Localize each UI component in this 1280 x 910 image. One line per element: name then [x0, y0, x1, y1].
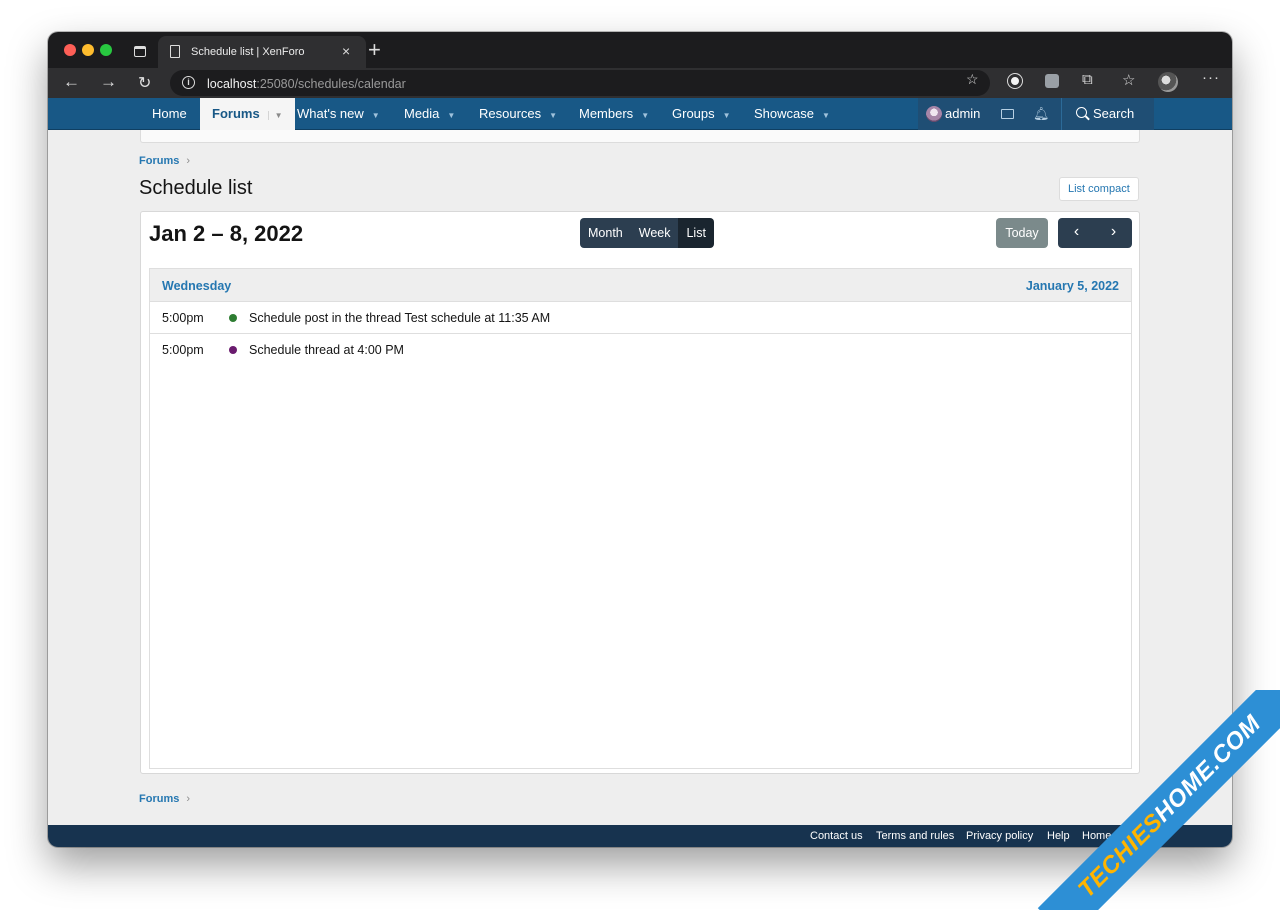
forward-arrow-icon[interactable]: →: [100, 72, 117, 92]
new-tab-button[interactable]: +: [368, 37, 381, 63]
chevron-down-icon[interactable]: ▼: [549, 111, 557, 120]
browser-tab[interactable]: Schedule list | XenForo ×: [158, 36, 366, 68]
watermark-part-2: HOME.COM: [1149, 710, 1267, 828]
day-date-link[interactable]: January 5, 2022: [1026, 279, 1119, 293]
page-title: Schedule list: [139, 177, 253, 199]
nav-resources-label: Resources: [479, 106, 542, 121]
calendar-pager: ‹ ›: [1058, 218, 1132, 248]
shield-extension-icon[interactable]: [1045, 74, 1059, 88]
chevron-down-icon[interactable]: ▼: [372, 111, 380, 120]
nav-showcase-label: Showcase: [754, 106, 814, 121]
account-link[interactable]: admin: [945, 98, 980, 130]
nav-home-label: Home: [152, 106, 187, 121]
maximize-window-button[interactable]: [100, 44, 112, 56]
search-label: Search: [1093, 106, 1135, 121]
footer-terms-link[interactable]: Terms and rules: [876, 830, 954, 842]
close-window-button[interactable]: [64, 44, 76, 56]
breadcrumb-forums-link[interactable]: Forums: [139, 155, 179, 167]
chevron-down-icon[interactable]: ▼: [641, 111, 649, 120]
nav-media[interactable]: Media ▼: [404, 98, 455, 130]
user-area: admin 🔔︎: [918, 98, 1061, 130]
month-view-button[interactable]: Month: [580, 218, 631, 248]
watermark-ribbon: TECHIESHOME.COM: [1030, 690, 1280, 910]
today-button[interactable]: Today: [996, 218, 1048, 248]
event-color-dot: [229, 346, 237, 354]
chevron-down-icon[interactable]: ▼: [822, 111, 830, 120]
day-name-link[interactable]: Wednesday: [162, 279, 231, 293]
nav-showcase[interactable]: Showcase ▼: [754, 98, 830, 130]
chevron-right-icon[interactable]: ›: [1095, 218, 1132, 248]
list-item[interactable]: 5:00pm Schedule thread at 4:00 PM: [150, 334, 1131, 366]
bell-icon[interactable]: 🔔︎: [1033, 106, 1050, 122]
view-switcher: Month Week List: [580, 218, 714, 248]
url-text: localhost:25080/schedules/calendar: [207, 77, 406, 91]
list-compact-button[interactable]: List compact: [1059, 177, 1139, 201]
search-button[interactable]: Search: [1061, 98, 1154, 130]
footer-privacy-link[interactable]: Privacy policy: [966, 830, 1033, 842]
nav-forums-label: Forums: [212, 106, 260, 121]
week-view-button[interactable]: Week: [630, 218, 679, 248]
event-title[interactable]: Schedule post in the thread Test schedul…: [249, 311, 550, 325]
tab-close-icon[interactable]: ×: [342, 43, 350, 59]
add-favorite-icon[interactable]: ☆: [966, 71, 979, 88]
chevron-down-icon[interactable]: ▼: [447, 111, 455, 120]
reload-icon[interactable]: ↻: [138, 73, 151, 93]
site-navigation: Home Forums ▼ What's new ▼ Media ▼ Resource…: [48, 98, 1232, 130]
url-path: :25080/schedules/calendar: [256, 77, 406, 91]
list-item[interactable]: 5:00pm Schedule post in the thread Test …: [150, 302, 1131, 334]
search-icon: [1076, 107, 1087, 118]
breadcrumb-separator-icon: ›: [186, 793, 191, 805]
page-icon: [170, 45, 180, 58]
sub-navigation-bar: [140, 130, 1140, 143]
address-bar[interactable]: i localhost:25080/schedules/calendar: [170, 70, 990, 96]
nav-members[interactable]: Members ▼: [579, 98, 649, 130]
favorites-list-icon[interactable]: ☆: [1122, 71, 1135, 89]
nav-members-label: Members: [579, 106, 634, 121]
nav-media-label: Media: [404, 106, 440, 121]
minimize-window-button[interactable]: [82, 44, 94, 56]
breadcrumb-forums-link[interactable]: Forums: [139, 793, 179, 805]
tab-title: Schedule list | XenForo: [191, 46, 305, 58]
chevron-left-icon[interactable]: ‹: [1058, 218, 1095, 248]
nav-resources[interactable]: Resources ▼: [479, 98, 557, 130]
calendar-range-title: Jan 2 – 8, 2022: [149, 221, 304, 246]
nav-groups-label: Groups: [672, 106, 715, 121]
footer-contact-link[interactable]: Contact us: [810, 830, 863, 842]
avatar[interactable]: [926, 106, 942, 122]
site-info-icon[interactable]: i: [182, 76, 195, 89]
chevron-down-icon[interactable]: ▼: [723, 111, 731, 120]
event-title[interactable]: Schedule thread at 4:00 PM: [249, 343, 404, 357]
tab-actions-icon[interactable]: [134, 46, 146, 57]
envelope-icon[interactable]: [1001, 109, 1014, 119]
tab-strip: Schedule list | XenForo × +: [48, 32, 1232, 68]
nav-forums[interactable]: Forums ▼: [200, 98, 295, 130]
more-menu-icon[interactable]: ···: [1202, 69, 1220, 86]
event-time: 5:00pm: [162, 343, 204, 357]
nav-whats-new-label: What's new: [297, 106, 364, 121]
breadcrumb: Forums ›: [139, 155, 190, 167]
event-list: Wednesday January 5, 2022 5:00pm Schedul…: [149, 268, 1132, 769]
breadcrumb: Forums ›: [139, 793, 190, 805]
day-header: Wednesday January 5, 2022: [150, 269, 1131, 302]
list-view-button[interactable]: List: [678, 218, 714, 248]
chevron-down-icon[interactable]: ▼: [267, 111, 283, 120]
event-color-dot: [229, 314, 237, 322]
watermark-band: TECHIESHOME.COM: [1037, 690, 1280, 910]
back-arrow-icon[interactable]: ←: [63, 72, 80, 92]
browser-profile-avatar[interactable]: [1158, 72, 1178, 92]
event-time: 5:00pm: [162, 311, 204, 325]
extension-icon[interactable]: [1008, 74, 1022, 88]
nav-groups[interactable]: Groups ▼: [672, 98, 731, 130]
watermark-part-1: TECHIES: [1073, 808, 1169, 904]
breadcrumb-separator-icon: ›: [186, 155, 191, 167]
nav-whats-new[interactable]: What's new ▼: [297, 98, 380, 130]
extensions-puzzle-icon[interactable]: ⧉: [1082, 71, 1093, 88]
url-host: localhost: [207, 77, 257, 91]
calendar-panel: Jan 2 – 8, 2022 Month Week List Today ‹ …: [140, 211, 1140, 774]
nav-home[interactable]: Home: [152, 98, 187, 130]
watermark-logo: TECHIESHOME.COM: [1073, 710, 1266, 903]
